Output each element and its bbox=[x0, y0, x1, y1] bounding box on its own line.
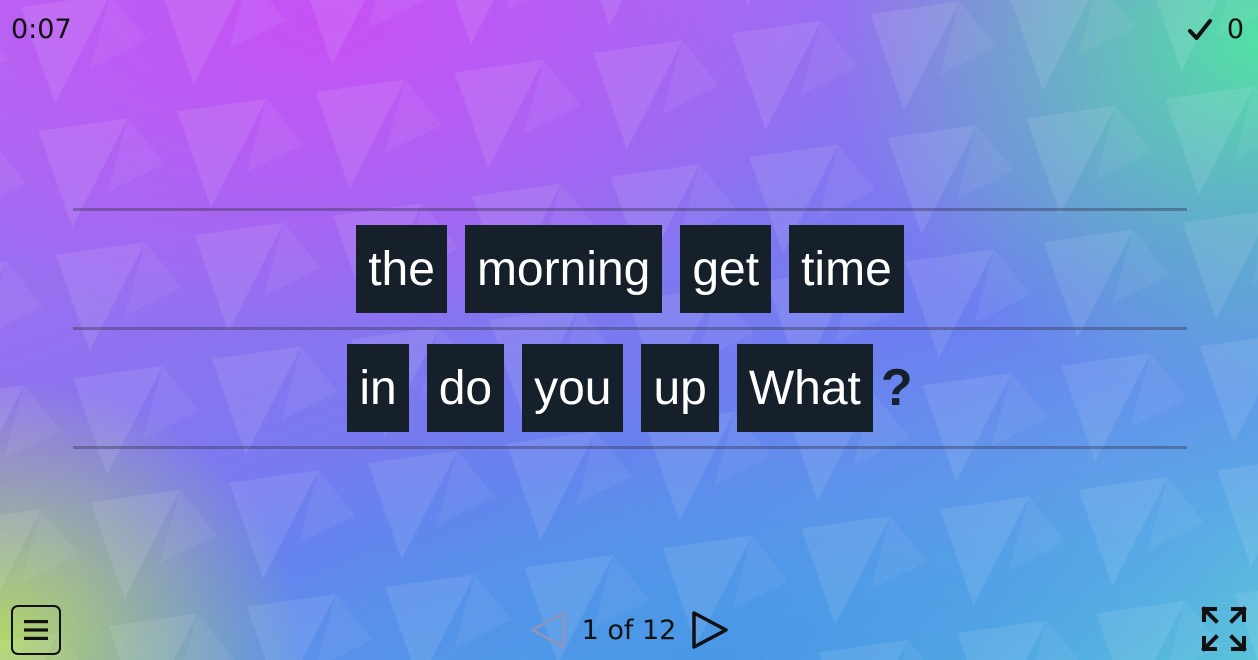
score-value: 0 bbox=[1226, 14, 1244, 45]
line-bottom bbox=[73, 446, 1187, 449]
word-tile[interactable]: you bbox=[522, 344, 624, 432]
check-icon bbox=[1187, 18, 1212, 40]
score: 0 bbox=[1187, 14, 1244, 45]
page-indicator: 1 of 12 bbox=[581, 614, 677, 646]
background-pattern bbox=[0, 0, 1258, 660]
word-tile[interactable]: up bbox=[641, 344, 719, 432]
line-top bbox=[73, 208, 1187, 211]
word-tile[interactable]: do bbox=[426, 344, 505, 432]
triangle-left-icon[interactable] bbox=[528, 610, 568, 650]
sentence-row-1: the morning get time bbox=[73, 225, 1187, 313]
triangle-right-icon[interactable] bbox=[690, 610, 730, 650]
word-tile[interactable]: get bbox=[680, 225, 772, 313]
word-tile[interactable]: What bbox=[736, 344, 873, 432]
word-tile[interactable]: the bbox=[356, 225, 447, 313]
word-tile[interactable]: morning bbox=[464, 225, 663, 313]
timer: 0:07 bbox=[11, 14, 72, 45]
sentence-row-2: in do you up What ? bbox=[73, 344, 1187, 432]
pagination: 1 of 12 bbox=[0, 610, 1258, 650]
line-middle bbox=[73, 327, 1187, 330]
word-tile[interactable]: time bbox=[789, 225, 904, 313]
word-tile[interactable]: in bbox=[347, 344, 409, 432]
question-mark: ? bbox=[880, 359, 913, 417]
fullscreen-icon[interactable] bbox=[1201, 606, 1247, 652]
